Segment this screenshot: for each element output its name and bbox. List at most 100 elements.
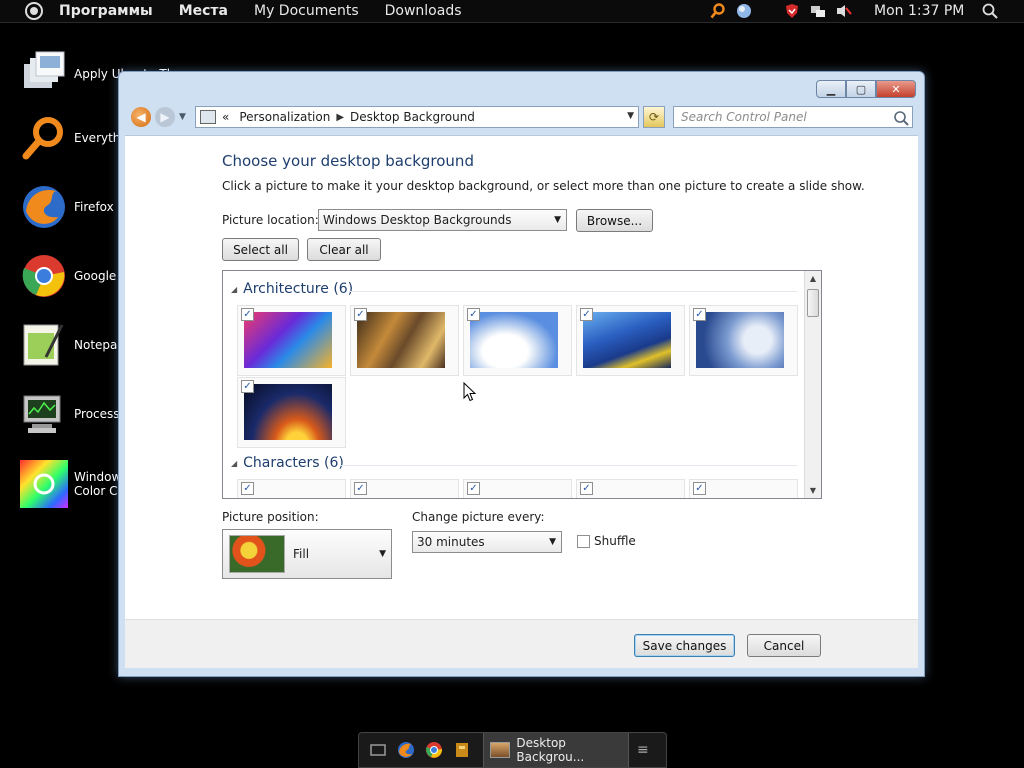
menu-my-documents[interactable]: My Documents <box>254 3 359 19</box>
chrome-icon[interactable] <box>425 741 443 759</box>
wallpaper-tile[interactable]: ✓ <box>350 305 459 376</box>
search-icon[interactable] <box>982 3 998 19</box>
wallpaper-checkbox[interactable]: ✓ <box>354 308 367 321</box>
wallpaper-thumbnail <box>696 312 784 368</box>
everything-search-tray-icon[interactable] <box>710 3 726 19</box>
wallpaper-thumbnail <box>583 312 671 368</box>
menu-downloads[interactable]: Downloads <box>385 3 462 19</box>
back-button[interactable]: ◀ <box>131 107 151 127</box>
refresh-button[interactable]: ⟳ <box>643 106 665 128</box>
minimize-button[interactable]: ▁ <box>816 80 846 98</box>
picture-position-select[interactable]: Fill ▼ <box>222 529 392 579</box>
taskbar-item-desktop-background[interactable]: Desktop Backgrou... <box>483 733 629 767</box>
scroll-down-icon[interactable]: ▼ <box>805 483 821 498</box>
top-panel: Программы Места My Documents Downloads M… <box>0 0 1024 23</box>
wallpaper-tile[interactable]: ✓ <box>463 479 572 498</box>
chevron-down-icon: ▼ <box>379 549 386 559</box>
wallpaper-thumbnail <box>470 312 558 368</box>
notepad-icon <box>23 324 64 366</box>
shuffle-checkbox-box[interactable] <box>577 534 590 548</box>
shield-tray-icon[interactable] <box>784 3 800 19</box>
recent-pages-dropdown-icon[interactable]: ▼ <box>179 112 191 122</box>
breadcrumb-personalization[interactable]: Personalization <box>239 110 330 124</box>
desktop-icon-label: Notepac <box>74 338 124 352</box>
taskbar: Desktop Backgrou... ≡ <box>358 732 667 768</box>
color-wheel-icon <box>20 460 68 508</box>
picture-location-value: Windows Desktop Backgrounds <box>323 213 512 227</box>
wallpaper-tile[interactable]: ✓ <box>689 479 798 498</box>
collapse-triangle-icon[interactable]: ◢ <box>231 459 237 468</box>
wallpaper-tile[interactable]: ✓ <box>463 305 572 376</box>
wallpaper-tile[interactable]: ✓ <box>689 305 798 376</box>
group-header-architecture[interactable]: ◢ Architecture (6) <box>231 281 353 297</box>
cancel-button[interactable]: Cancel <box>747 634 821 657</box>
group-header-characters[interactable]: ◢ Characters (6) <box>231 455 344 471</box>
wallpaper-tile[interactable]: ✓ <box>576 305 685 376</box>
shuffle-label: Shuffle <box>594 534 636 548</box>
globe-tray-icon[interactable] <box>736 3 752 19</box>
wallpaper-tile[interactable]: ✓ <box>576 479 685 498</box>
taskbar-menu-icon[interactable]: ≡ <box>637 742 649 758</box>
wallpaper-tile[interactable]: ✓ <box>350 479 459 498</box>
gallery-scrollbar[interactable]: ▲ ▼ <box>804 271 821 498</box>
page-description: Click a picture to make it your desktop … <box>222 179 865 193</box>
wallpaper-tile[interactable]: ✓ <box>237 305 346 376</box>
wallpaper-checkbox[interactable]: ✓ <box>693 308 706 321</box>
navigation-bar: ◀ ▶ ▼ « Personalization ▶ Desktop Backgr… <box>131 104 916 130</box>
ubuntu-logo-icon[interactable] <box>25 2 43 20</box>
menu-places[interactable]: Места <box>179 3 228 19</box>
change-picture-every-value: 30 minutes <box>417 535 485 549</box>
search-input[interactable] <box>681 110 881 124</box>
collapse-triangle-icon[interactable]: ◢ <box>231 285 237 294</box>
window-thumbnail-icon <box>490 742 511 758</box>
position-preview-thumbnail <box>229 535 285 573</box>
firefox-icon[interactable] <box>397 741 415 759</box>
shuffle-checkbox[interactable]: Shuffle <box>577 534 636 548</box>
wallpaper-checkbox[interactable]: ✓ <box>354 482 367 495</box>
wallpaper-checkbox[interactable]: ✓ <box>580 308 593 321</box>
wallpaper-checkbox[interactable]: ✓ <box>467 482 480 495</box>
select-all-button[interactable]: Select all <box>222 238 299 261</box>
archive-icon[interactable] <box>453 741 471 759</box>
save-changes-button[interactable]: Save changes <box>634 634 735 657</box>
picture-location-select[interactable]: Windows Desktop Backgrounds ▼ <box>318 209 567 231</box>
clock[interactable]: Mon 1:37 PM <box>874 3 964 19</box>
picture-gallery[interactable]: ◢ Architecture (6) ✓ ✓ ✓ ✓ ✓ ✓ ◢ Charact… <box>222 270 822 499</box>
search-icon[interactable] <box>893 110 909 126</box>
forward-button[interactable]: ▶ <box>155 107 175 127</box>
show-desktop-icon[interactable] <box>369 741 387 759</box>
search-box[interactable] <box>673 106 913 128</box>
desktop-background-window: ▁ ▢ ✕ ◀ ▶ ▼ « Personalization ▶ Desktop … <box>118 71 925 677</box>
chevron-down-icon: ▼ <box>549 537 556 547</box>
magnifier-icon <box>22 117 63 160</box>
breadcrumb-prefix[interactable]: « <box>222 110 229 124</box>
wallpaper-checkbox[interactable]: ✓ <box>241 308 254 321</box>
menu-programs[interactable]: Программы <box>59 3 153 19</box>
wallpaper-tile[interactable]: ✓ <box>237 377 346 448</box>
wallpaper-tile[interactable]: ✓ <box>237 479 346 498</box>
address-dropdown-icon[interactable]: ▼ <box>627 111 634 121</box>
content-pane: Choose your desktop background Click a p… <box>125 135 918 619</box>
breadcrumb-separator-icon[interactable]: ▶ <box>336 112 344 123</box>
clear-all-button[interactable]: Clear all <box>307 238 381 261</box>
scroll-up-icon[interactable]: ▲ <box>805 271 821 286</box>
change-picture-every-select[interactable]: 30 minutes ▼ <box>412 531 562 553</box>
address-bar[interactable]: « Personalization ▶ Desktop Background ▼ <box>195 106 639 128</box>
volume-muted-tray-icon[interactable] <box>836 3 852 19</box>
group-divider <box>341 465 797 466</box>
wallpaper-checkbox[interactable]: ✓ <box>241 380 254 393</box>
browse-button[interactable]: Browse... <box>576 209 653 232</box>
group-title: Architecture (6) <box>243 281 354 297</box>
scroll-thumb[interactable] <box>807 289 819 317</box>
network-tray-icon[interactable] <box>810 3 826 19</box>
wallpaper-checkbox[interactable]: ✓ <box>467 308 480 321</box>
wallpaper-thumbnail <box>244 384 332 440</box>
wallpaper-checkbox[interactable]: ✓ <box>580 482 593 495</box>
group-title: Characters (6) <box>243 455 344 471</box>
wallpaper-checkbox[interactable]: ✓ <box>693 482 706 495</box>
close-button[interactable]: ✕ <box>876 80 916 98</box>
desktop-icon-label: Process <box>74 407 120 421</box>
maximize-button[interactable]: ▢ <box>846 80 876 98</box>
breadcrumb-desktop-background[interactable]: Desktop Background <box>350 110 475 124</box>
wallpaper-checkbox[interactable]: ✓ <box>241 482 254 495</box>
